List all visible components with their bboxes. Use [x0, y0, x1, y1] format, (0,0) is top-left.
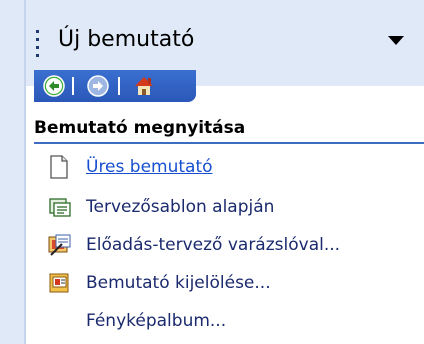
nav-separator — [72, 77, 74, 95]
autocontent-wizard-link[interactable]: Előadás-tervező varázslóval... — [48, 230, 418, 260]
pane-menu-dropdown-icon[interactable] — [388, 36, 404, 45]
task-pane: Új bemutató × — [0, 0, 424, 344]
drag-grip-icon[interactable] — [36, 30, 40, 58]
forward-arrow-icon[interactable] — [86, 74, 110, 98]
blank-presentation-label: Üres bemutató — [86, 157, 213, 177]
choose-presentation-link[interactable]: Bemutató kijelölése... — [48, 268, 418, 298]
nav-separator — [118, 77, 120, 95]
design-template-icon — [48, 195, 72, 219]
wizard-icon — [48, 233, 72, 257]
task-pane-title: Új bemutató — [58, 27, 195, 52]
from-design-template-link[interactable]: Tervezősablon alapján — [48, 192, 418, 222]
blank-document-icon — [48, 155, 72, 179]
home-icon[interactable] — [132, 74, 156, 98]
pane-left-border — [0, 0, 26, 344]
open-presentation-icon — [48, 271, 72, 295]
heading-divider — [34, 142, 424, 144]
photo-album-label: Fényképalbum... — [86, 311, 227, 331]
choose-presentation-label: Bemutató kijelölése... — [86, 273, 271, 293]
from-design-template-label: Tervezősablon alapján — [86, 197, 275, 217]
autocontent-wizard-label: Előadás-tervező varázslóval... — [86, 235, 341, 255]
task-pane-body: Bemutató megnyitása Üres bemutató Tervez… — [26, 102, 424, 344]
back-arrow-icon[interactable] — [42, 74, 66, 98]
navigation-bar — [34, 70, 196, 102]
photo-album-spacer — [48, 309, 72, 333]
photo-album-link[interactable]: Fényképalbum... — [48, 306, 418, 336]
section-heading: Bemutató megnyitása — [34, 118, 246, 138]
blank-presentation-link[interactable]: Üres bemutató — [48, 152, 418, 182]
